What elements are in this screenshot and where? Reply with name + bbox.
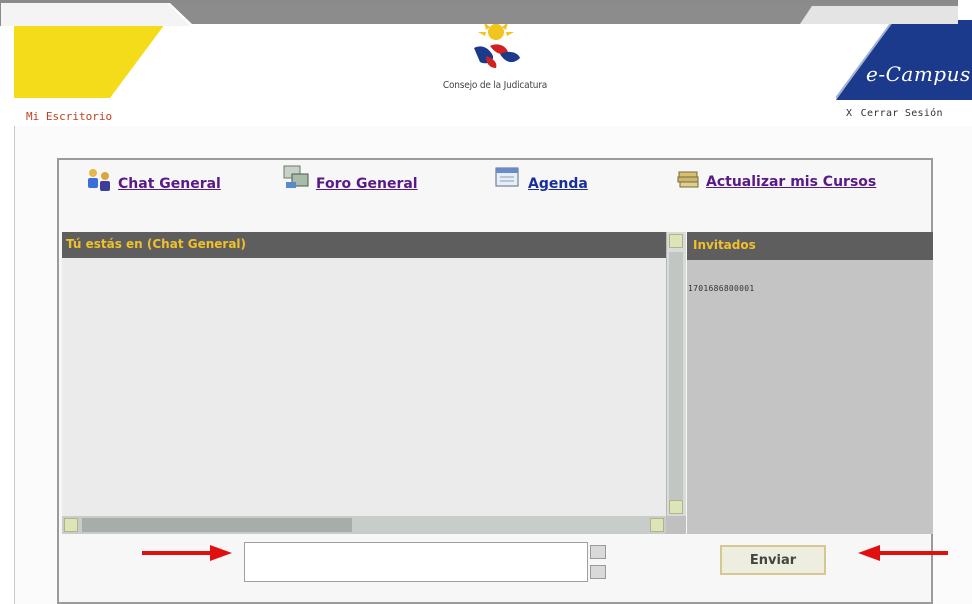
tab-strip [0,0,958,26]
guests-title: Invitados [687,232,933,260]
logout-link[interactable]: X Cerrar Sesión [846,108,943,119]
chat-horizontal-scrollbar[interactable] [62,516,666,534]
scrollbar-corner [666,516,686,534]
scroll-thumb[interactable] [669,252,683,500]
arrow-left-icon [858,545,948,561]
agenda-icon [495,167,519,187]
organization-name: Consejo de la Judicatura [442,80,548,91]
guests-list [687,260,933,534]
send-button[interactable]: Enviar [720,545,826,575]
scroll-right-button[interactable] [650,518,664,532]
scroll-down-button[interactable] [669,500,683,514]
nav-foro-general[interactable]: Foro General [282,164,418,192]
nav-foro-general-label: Foro General [316,176,418,192]
nav-agenda-label: Agenda [528,176,588,192]
chat-users-icon [88,169,110,191]
close-icon: X [846,108,853,119]
nav-actualizar-cursos-label: Actualizar mis Cursos [706,174,877,190]
logout-label: Cerrar Sesión [860,108,943,119]
books-icon [677,171,699,188]
nav-chat-general[interactable]: Chat General [84,166,221,192]
chat-messages-area [62,258,666,516]
tab-mi-escritorio[interactable]: Mi Escritorio [26,110,112,123]
judicatura-logo-icon [474,18,520,68]
brand-banner [836,20,972,100]
message-input[interactable] [244,542,588,582]
guest-item[interactable]: 1701686800001 [688,284,755,293]
nav-actualizar-cursos[interactable]: Actualizar mis Cursos [676,166,876,190]
nav-chat-general-label: Chat General [118,176,221,192]
chat-location-title: Tú estás en (Chat General) [62,232,666,258]
arrow-right-icon [142,545,232,561]
scroll-left-button[interactable] [64,518,78,532]
input-scroll-down-button[interactable] [590,565,606,579]
nav-agenda[interactable]: Agenda [494,164,588,192]
horizontal-scroll-thumb[interactable] [82,518,352,532]
left-border [14,126,15,604]
yellow-banner [14,20,168,98]
chat-vertical-scrollbar[interactable] [666,232,686,516]
scroll-up-button[interactable] [669,234,683,248]
forum-icon [283,165,309,188]
brand-logo-text: e-Campus [866,62,971,86]
input-scroll-up-button[interactable] [590,545,606,559]
